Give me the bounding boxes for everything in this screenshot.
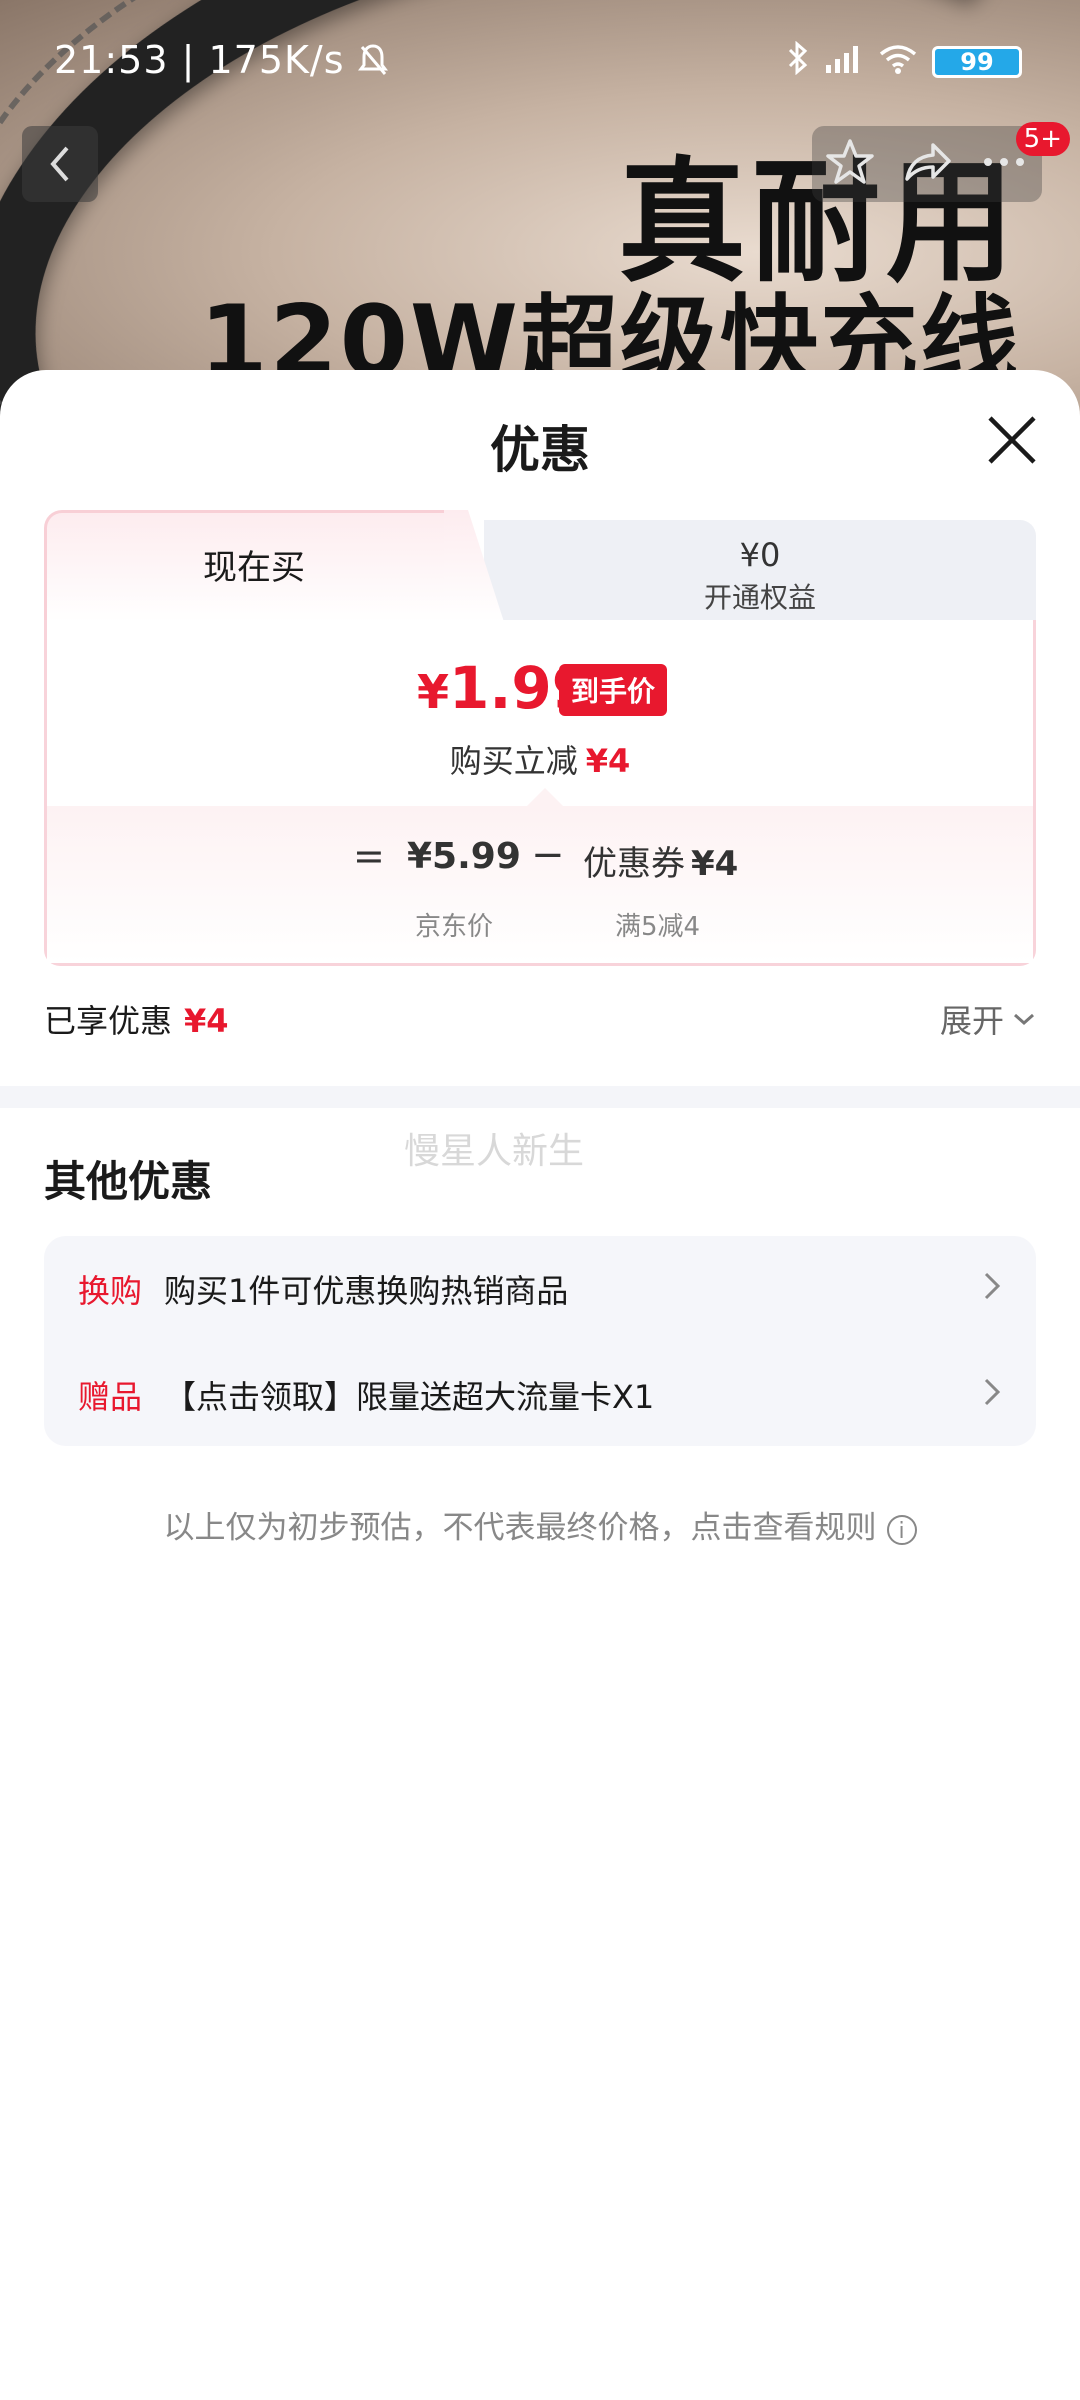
equals-sign: = xyxy=(353,834,385,878)
expand-button[interactable]: 展开 xyxy=(940,996,1036,1042)
status-icons: 99 xyxy=(786,40,1022,84)
final-price-currency: ¥ xyxy=(417,665,450,719)
price-card: ¥0 开通权益 现在买 ¥1.99 到手价 购买立减¥4 = ¥5.99 − xyxy=(44,510,1036,966)
expand-label: 展开 xyxy=(939,1002,1004,1040)
wifi-icon xyxy=(878,40,918,84)
chevron-right-icon xyxy=(984,1378,1001,1406)
bluetooth-icon xyxy=(786,40,810,84)
offer-text: 【点击领取】限量送超大流量卡X1 xyxy=(164,1378,655,1416)
section-divider xyxy=(0,1086,1080,1108)
list-item-trade-in[interactable]: 换购 购买1件可优惠换购热销商品 xyxy=(44,1236,1036,1336)
share-icon[interactable] xyxy=(901,137,953,191)
star-icon[interactable] xyxy=(824,137,876,191)
instant-reduce-row: 购买立减 ¥4 xyxy=(47,736,1033,782)
jd-price-label: 京东价 xyxy=(415,912,494,942)
final-price-tag: 到手价 xyxy=(559,664,668,716)
enjoyed-discount-label: 已享优惠 xyxy=(44,1002,173,1040)
list-item-gift[interactable]: 赠品 【点击领取】限量送超大流量卡X1 xyxy=(44,1342,1036,1442)
more-icon[interactable] xyxy=(978,152,1030,176)
status-time: 21:53 | 175K/s xyxy=(54,38,345,82)
price-disclaimer[interactable]: 以上仅为初步预估，不代表最终价格，点击查看规则 i xyxy=(0,1502,1080,1547)
info-icon: i xyxy=(886,1514,917,1545)
sheet-title: 优惠 xyxy=(490,421,590,479)
other-offers-list: 换购 购买1件可优惠换购热销商品 赠品 【点击领取】限量送超大流量卡X1 xyxy=(44,1236,1036,1446)
enjoyed-discount: 已享优惠 ¥4 xyxy=(44,996,229,1042)
breakdown-pointer xyxy=(527,788,563,806)
message-count-badge: 5+ xyxy=(1015,122,1070,156)
instant-reduce-label: 购买立减 xyxy=(449,742,578,780)
jd-price-value: ¥5.99 xyxy=(407,836,521,877)
status-time-speed: 21:53 | 175K/s xyxy=(54,38,388,82)
signal-icon xyxy=(824,40,864,84)
coupon-deduction: 优惠券 ¥4 xyxy=(583,836,738,885)
nav-actions xyxy=(812,126,1042,202)
coupon-amount: ¥4 xyxy=(691,844,739,884)
battery-icon: 99 xyxy=(932,46,1022,78)
status-bar: 21:53 | 175K/s 99 xyxy=(0,0,1080,120)
close-icon xyxy=(988,416,1036,464)
coupon-rule: 满5减4 xyxy=(615,912,701,942)
close-button[interactable] xyxy=(984,412,1040,468)
tab-membership[interactable]: ¥0 开通权益 xyxy=(484,520,1036,622)
offer-tag: 换购 xyxy=(78,1272,143,1310)
other-offers-title: 其他优惠 xyxy=(44,1157,213,1206)
mute-icon xyxy=(357,38,388,82)
final-price-section: ¥1.99 到手价 购买立减 ¥4 xyxy=(47,620,1033,806)
price-breakdown: = ¥5.99 − 优惠券 ¥4 京东价 满5减4 xyxy=(47,788,1033,963)
disclaimer-text: 以上仅为初步预估，不代表最终价格，点击查看规则 xyxy=(163,1510,877,1546)
instant-reduce-amount: ¥4 xyxy=(585,742,631,780)
offer-text: 购买1件可优惠换购热销商品 xyxy=(164,1272,569,1310)
chevron-right-icon xyxy=(984,1272,1001,1300)
tab-membership-price: ¥0 xyxy=(739,536,781,574)
tab-membership-label: 开通权益 xyxy=(703,581,816,614)
offer-tag: 赠品 xyxy=(78,1378,143,1416)
minus-sign: − xyxy=(531,832,565,878)
price-card-body: ¥1.99 到手价 购买立减 ¥4 = ¥5.99 − 优惠券 ¥4 京东价 满5减… xyxy=(44,620,1036,966)
coupon-label: 优惠券 xyxy=(583,844,685,884)
chevron-down-icon xyxy=(1014,1013,1034,1026)
back-button[interactable] xyxy=(22,126,98,202)
watermark: 慢星人新生 xyxy=(404,1131,585,1172)
discount-sheet: 优惠 ¥0 开通权益 现在买 ¥1.99 到手价 购买立减 ¥4 = ¥5.99… xyxy=(0,370,1080,2400)
tab-buy-now-label: 现在买 xyxy=(203,548,305,588)
enjoyed-discount-amount: ¥4 xyxy=(184,1002,229,1040)
chevron-left-icon xyxy=(50,146,69,182)
